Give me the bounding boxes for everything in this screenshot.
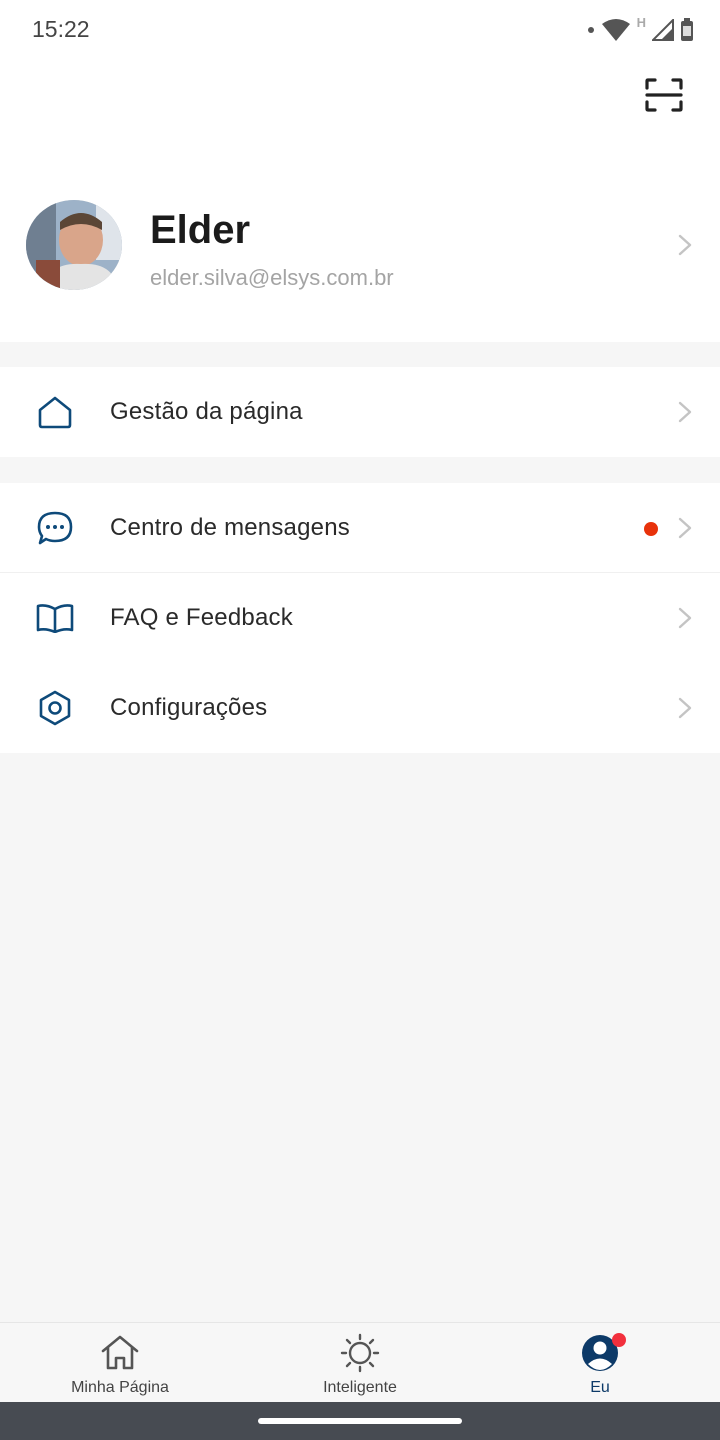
menu-label: FAQ e Feedback — [110, 604, 293, 631]
network-type-label: H — [636, 14, 646, 30]
notification-dot-icon — [587, 26, 595, 34]
nav-item-my-page[interactable]: Minha Página — [0, 1323, 240, 1403]
chevron-right-icon — [678, 697, 692, 719]
settings-hexagon-icon — [36, 689, 74, 727]
menu-item-settings[interactable]: Configurações — [0, 663, 720, 753]
chevron-right-icon — [678, 234, 692, 256]
nav-item-smart[interactable]: Inteligente — [240, 1323, 480, 1403]
bottom-nav: Minha Página Inteligente Eu — [0, 1322, 720, 1402]
scan-button[interactable] — [640, 72, 688, 118]
home-indicator[interactable] — [258, 1418, 462, 1424]
chevron-right-icon — [678, 607, 692, 629]
menu-group-support: Centro de mensagens FAQ e Feedback Confi… — [0, 483, 720, 753]
nav-item-me[interactable]: Eu — [480, 1323, 720, 1403]
menu-label: Gestão da página — [110, 398, 303, 425]
nav-label: Inteligente — [323, 1379, 397, 1396]
menu-group-page: Gestão da página — [0, 367, 720, 457]
home-outline-icon — [36, 393, 74, 431]
menu-item-message-center[interactable]: Centro de mensagens — [0, 483, 720, 573]
menu-label: Configurações — [110, 694, 268, 721]
sun-icon — [340, 1333, 380, 1373]
scan-icon — [645, 78, 683, 112]
battery-icon — [680, 18, 694, 42]
status-icons: H — [587, 14, 694, 46]
profile-row[interactable]: Elder elder.silva@elsys.com.br — [0, 190, 720, 300]
nav-label: Eu — [590, 1379, 610, 1396]
chevron-right-icon — [678, 401, 692, 423]
status-bar: 15:22 H — [0, 0, 720, 60]
book-open-icon — [36, 599, 74, 637]
cell-signal-icon — [652, 19, 674, 41]
menu-label: Centro de mensagens — [110, 514, 350, 541]
chevron-right-icon — [678, 517, 692, 539]
nav-label: Minha Página — [71, 1379, 169, 1396]
wifi-icon — [601, 18, 631, 42]
menu-item-faq-feedback[interactable]: FAQ e Feedback — [0, 573, 720, 663]
menu-item-page-management[interactable]: Gestão da página — [0, 367, 720, 457]
avatar[interactable] — [26, 200, 122, 290]
status-time: 15:22 — [32, 16, 90, 42]
nav-badge — [612, 1333, 626, 1347]
home-icon — [101, 1335, 139, 1370]
chat-bubble-icon — [36, 509, 74, 547]
profile-name: Elder — [150, 208, 251, 252]
system-nav-bar — [0, 1402, 720, 1440]
unread-badge — [644, 522, 658, 536]
profile-email: elder.silva@elsys.com.br — [150, 265, 394, 290]
